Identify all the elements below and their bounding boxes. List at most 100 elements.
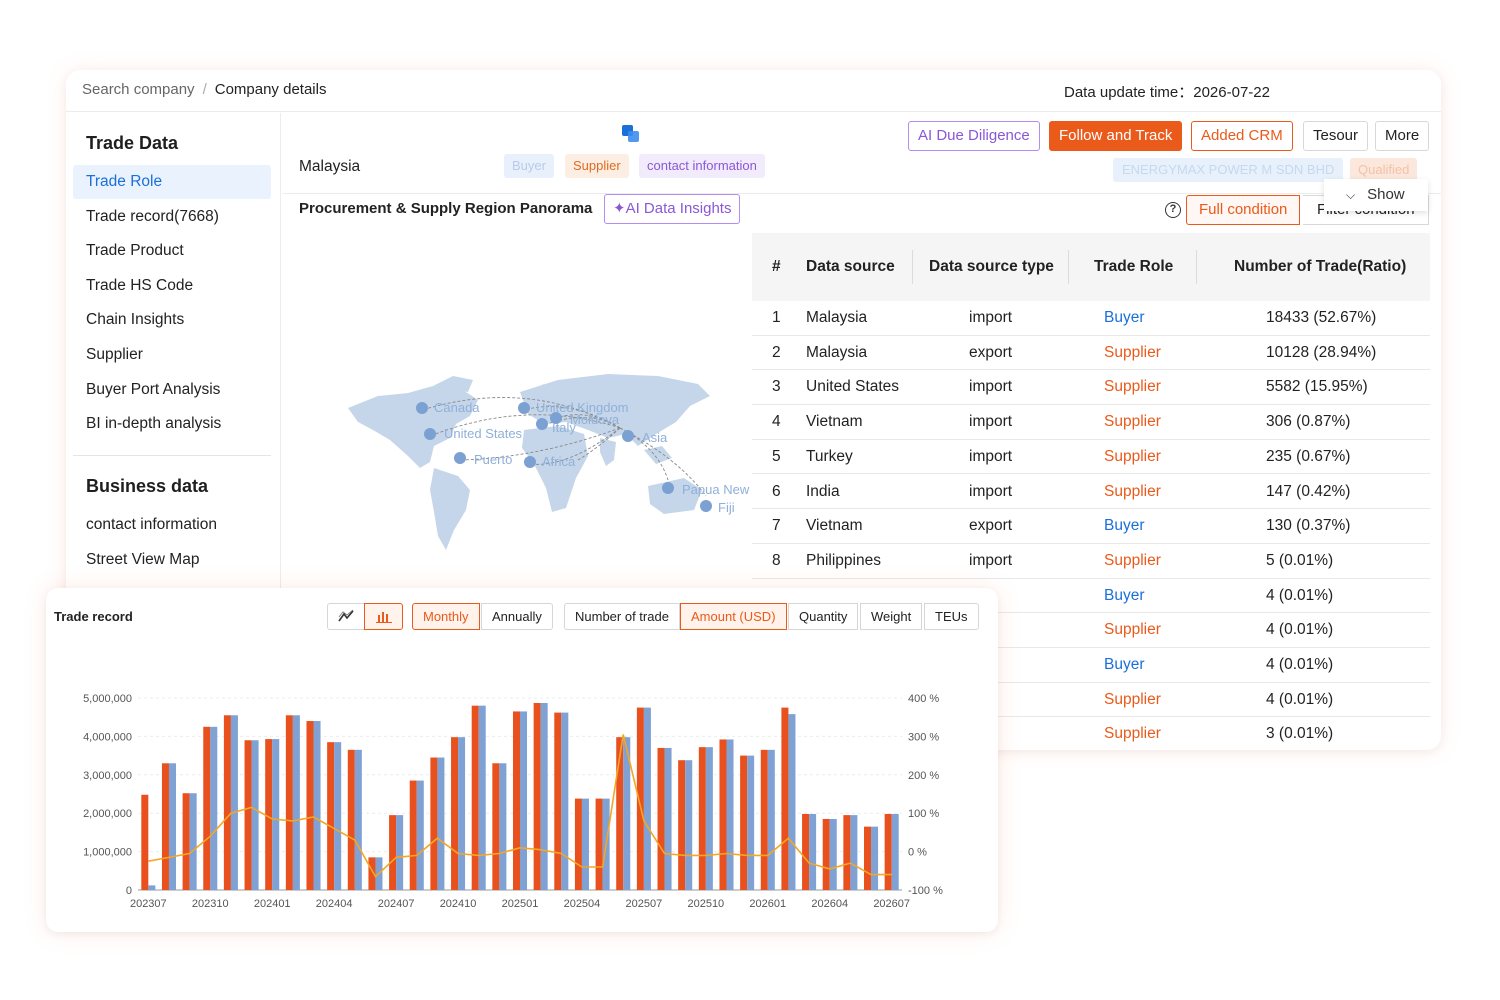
bar-series-a[interactable]	[182, 793, 190, 890]
cell-trade-role[interactable]: Supplier	[1104, 544, 1161, 578]
cell-trade-role[interactable]: Supplier	[1104, 613, 1161, 647]
bar-series-b[interactable]	[540, 702, 548, 890]
cell-trade-role[interactable]: Supplier	[1104, 370, 1161, 404]
cell-trade-role[interactable]: Buyer	[1104, 301, 1145, 335]
metric-weight[interactable]: Weight	[860, 603, 923, 630]
bar-series-b[interactable]	[189, 793, 197, 890]
tesour-button[interactable]: Tesour	[1303, 121, 1369, 151]
bar-series-b[interactable]	[520, 711, 528, 890]
bar-series-b[interactable]	[581, 798, 589, 890]
bar-series-a[interactable]	[285, 715, 293, 890]
bar-series-b[interactable]	[478, 705, 486, 890]
bar-series-b[interactable]	[230, 715, 238, 890]
sidebar-item-supplier[interactable]: Supplier	[73, 338, 271, 372]
bar-series-b[interactable]	[272, 739, 280, 890]
bar-series-b[interactable]	[499, 763, 507, 890]
bar-series-a[interactable]	[203, 726, 211, 890]
bar-series-a[interactable]	[678, 760, 686, 890]
bar-series-b[interactable]	[210, 726, 218, 890]
bar-series-b[interactable]	[354, 749, 362, 890]
bar-series-a[interactable]	[554, 712, 562, 890]
map-pin-icon[interactable]	[536, 418, 548, 430]
bar-series-a[interactable]	[884, 813, 892, 890]
bar-series-b[interactable]	[788, 714, 796, 890]
cell-trade-role[interactable]: Supplier	[1104, 683, 1161, 717]
bar-series-a[interactable]	[265, 739, 273, 890]
bar-series-b[interactable]	[871, 826, 879, 890]
ai-due-diligence-button[interactable]: AI Due Diligence	[908, 121, 1040, 151]
bar-series-a[interactable]	[451, 737, 459, 890]
bar-series-b[interactable]	[664, 747, 672, 890]
metric-teus[interactable]: TEUs	[924, 603, 979, 630]
sidebar-item-street-view-map[interactable]: Street View Map	[73, 543, 271, 577]
help-icon[interactable]: ?	[1165, 202, 1181, 218]
bar-series-b[interactable]	[334, 742, 342, 890]
bar-series-b[interactable]	[251, 740, 259, 890]
bar-series-b[interactable]	[747, 755, 755, 890]
more-button[interactable]: More	[1375, 121, 1430, 151]
bar-series-a[interactable]	[347, 749, 355, 890]
full-condition-button[interactable]: Full condition	[1186, 195, 1301, 225]
map-pin-icon[interactable]	[662, 482, 674, 494]
bar-series-a[interactable]	[760, 749, 768, 890]
bar-series-a[interactable]	[740, 755, 748, 890]
bar-series-b[interactable]	[148, 885, 156, 890]
bar-series-b[interactable]	[437, 757, 445, 890]
sidebar-item-trade-hs-code[interactable]: Trade HS Code	[73, 269, 271, 303]
bar-series-a[interactable]	[781, 707, 789, 890]
cell-trade-role[interactable]: Buyer	[1104, 509, 1145, 543]
map-pin-icon[interactable]	[524, 456, 536, 468]
map-pin-icon[interactable]	[424, 428, 436, 440]
cell-trade-role[interactable]: Supplier	[1104, 336, 1161, 370]
map-pin-icon[interactable]	[700, 500, 712, 512]
bar-series-a[interactable]	[389, 815, 397, 890]
cell-trade-role[interactable]: Supplier	[1104, 405, 1161, 439]
bar-series-b[interactable]	[313, 721, 321, 890]
sidebar-item-bi-analysis[interactable]: BI in-depth analysis	[73, 407, 271, 441]
cell-trade-role[interactable]: Supplier	[1104, 440, 1161, 474]
breadcrumb-search-company[interactable]: Search company	[82, 81, 195, 98]
sidebar-item-buyer-port-analysis[interactable]: Buyer Port Analysis	[73, 373, 271, 407]
bar-series-b[interactable]	[891, 813, 899, 890]
bar-series-a[interactable]	[409, 780, 417, 890]
bar-series-a[interactable]	[574, 798, 582, 890]
follow-and-track-button[interactable]: Follow and Track	[1049, 121, 1183, 151]
bar-series-b[interactable]	[809, 813, 817, 890]
bar-series-a[interactable]	[864, 826, 872, 890]
bar-series-b[interactable]	[705, 747, 713, 890]
bar-series-a[interactable]	[802, 813, 810, 890]
cell-trade-role[interactable]: Supplier	[1104, 475, 1161, 509]
sidebar-item-chain-insights[interactable]: Chain Insights	[73, 303, 271, 337]
bar-series-a[interactable]	[822, 818, 830, 890]
bar-series-a[interactable]	[327, 742, 335, 890]
bar-series-a[interactable]	[141, 794, 149, 890]
bar-series-a[interactable]	[244, 740, 252, 890]
bar-series-b[interactable]	[767, 749, 775, 890]
sidebar-item-trade-record[interactable]: Trade record(7668)	[73, 200, 271, 234]
bar-series-b[interactable]	[829, 818, 837, 890]
bar-series-b[interactable]	[458, 737, 466, 890]
metric-number-of-trade[interactable]: Number of trade	[564, 603, 680, 630]
sidebar-item-trade-role[interactable]: Trade Role	[73, 165, 271, 199]
cell-trade-role[interactable]: Buyer	[1104, 648, 1145, 682]
bar-series-a[interactable]	[533, 702, 541, 890]
bar-series-a[interactable]	[430, 757, 438, 890]
bar-series-a[interactable]	[512, 711, 520, 890]
bar-series-b[interactable]	[850, 815, 858, 890]
bar-series-a[interactable]	[657, 747, 665, 890]
map-pin-icon[interactable]	[454, 452, 466, 464]
bar-series-a[interactable]	[223, 715, 231, 890]
period-monthly[interactable]: Monthly	[412, 603, 480, 630]
sidebar-item-contact-information[interactable]: contact information	[73, 508, 271, 542]
cell-trade-role[interactable]: Buyer	[1104, 579, 1145, 613]
bar-series-b[interactable]	[292, 715, 300, 890]
bar-series-a[interactable]	[719, 739, 727, 890]
period-annually[interactable]: Annually	[481, 603, 553, 630]
show-dropdown[interactable]: ⌵ Show	[1324, 179, 1428, 211]
map-pin-icon[interactable]	[416, 402, 428, 414]
bar-series-a[interactable]	[492, 763, 500, 890]
bar-series-b[interactable]	[561, 712, 569, 890]
metric-quantity[interactable]: Quantity	[788, 603, 859, 630]
bar-series-b[interactable]	[726, 739, 734, 890]
ai-data-insights-button[interactable]: ✦AI Data Insights	[604, 194, 741, 224]
